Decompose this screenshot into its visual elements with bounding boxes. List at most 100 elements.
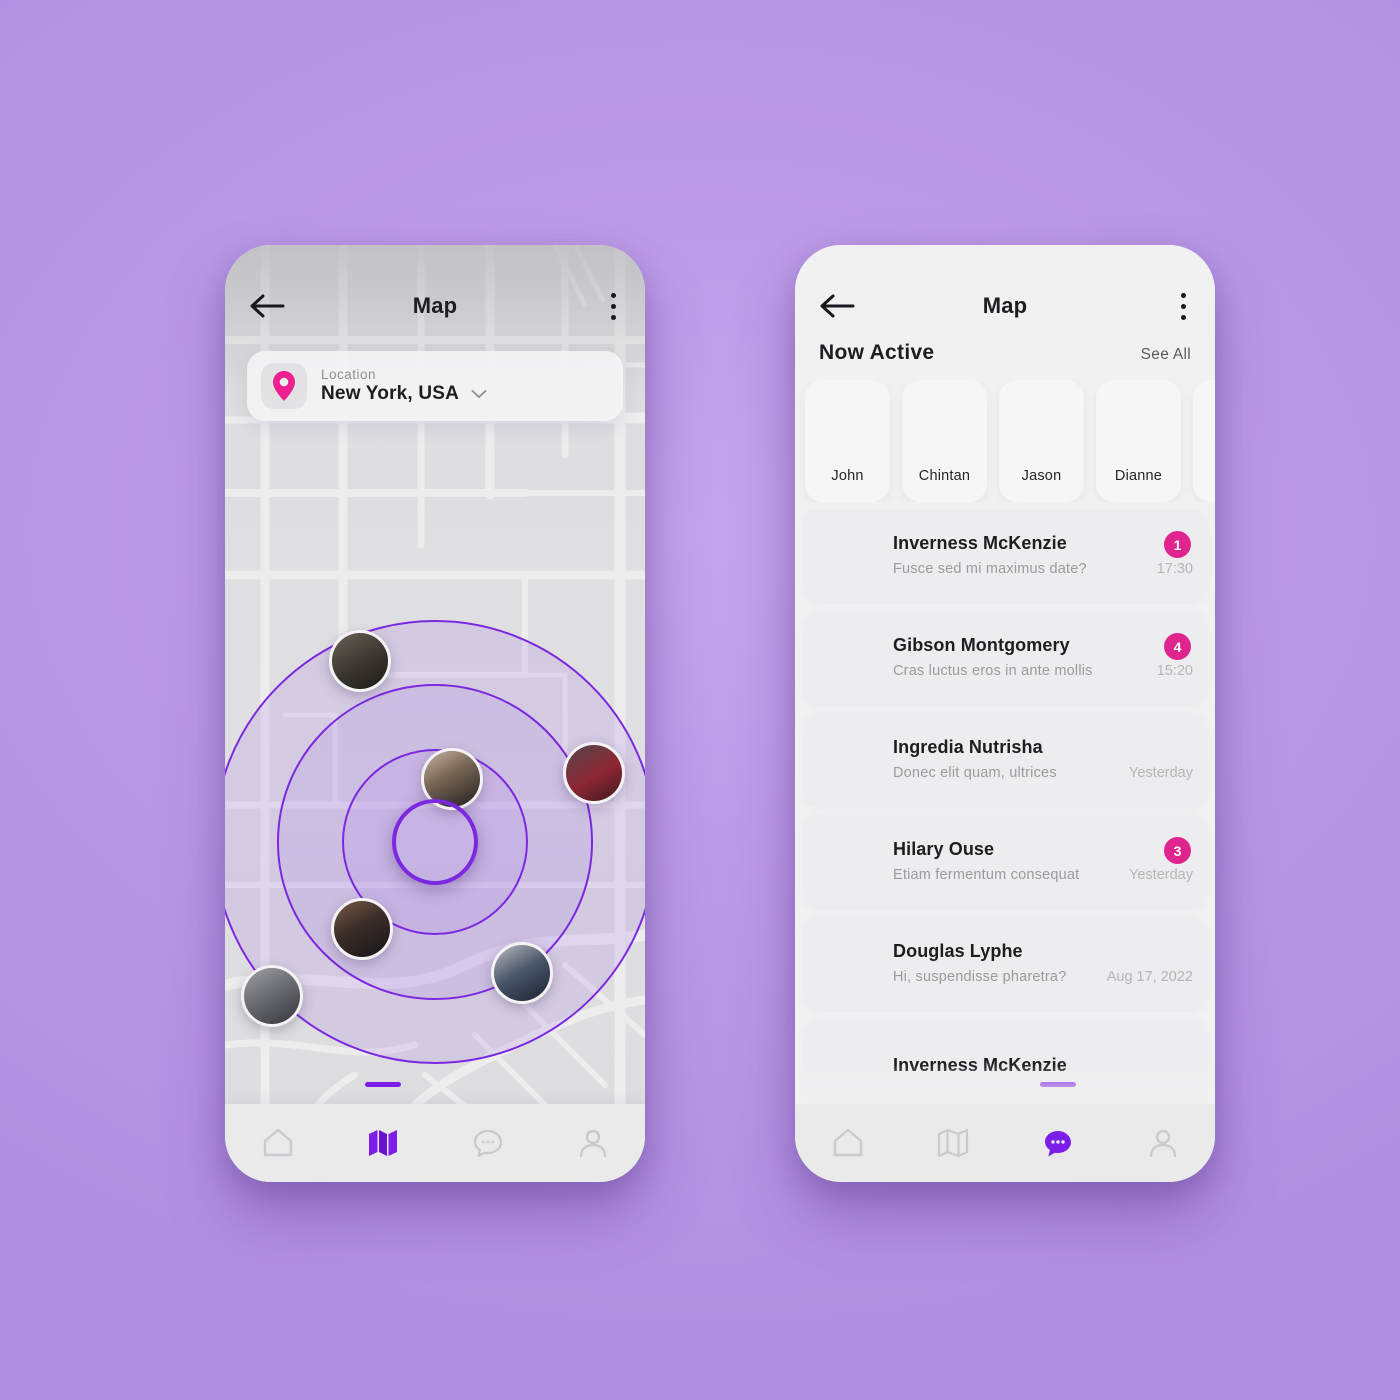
kebab-dot	[1181, 315, 1186, 320]
avatar	[1205, 393, 1216, 455]
avatar	[817, 393, 879, 455]
nav-item-map[interactable]	[922, 1112, 984, 1174]
active-user-card[interactable]: John	[805, 380, 890, 502]
chat-list-item[interactable]: Gibson Montgomery Cras luctus eros in an…	[803, 611, 1207, 703]
phone-mockup-map: Map Location New York, USA	[225, 245, 645, 1182]
active-user-name: Jason	[1021, 468, 1062, 484]
active-user-name: Dianne	[1114, 468, 1163, 484]
right-topbar: Map	[795, 245, 1215, 353]
home-icon	[263, 1128, 292, 1157]
active-users-carousel[interactable]: John Chintan Jason Dianne	[795, 380, 1215, 502]
chat-list-item[interactable]: Inverness McKenzie Fusce sed mi maximus …	[803, 509, 1207, 601]
nearby-user-avatar[interactable]	[491, 942, 553, 1004]
home-icon	[833, 1128, 862, 1157]
see-all-link[interactable]: See All	[1141, 346, 1191, 364]
nearby-user-avatar[interactable]	[241, 965, 303, 1027]
active-user-card[interactable]: Chintan	[902, 380, 987, 502]
chat-list-item[interactable]: Hilary Ouse Etiam fermentum consequat Ye…	[803, 815, 1207, 907]
chat-text-block: Inverness McKenzie Fusce sed mi maximus …	[893, 533, 1193, 577]
avatar-photo	[494, 945, 550, 1001]
location-icon-box	[261, 363, 307, 409]
kebab-dot	[1181, 304, 1186, 309]
nav-active-indicator	[364, 1082, 401, 1087]
chat-contact-name: Inverness McKenzie	[893, 533, 1067, 553]
chat-contact-name: Inverness McKenzie	[893, 1054, 1067, 1075]
chat-contact-name: Gibson Montgomery	[893, 635, 1070, 655]
nav-item-chat[interactable]	[457, 1112, 519, 1174]
location-value-row: New York, USA	[321, 383, 487, 405]
page-title: Map	[982, 293, 1028, 318]
chevron-down-icon[interactable]	[471, 389, 487, 399]
chat-subline: Donec elit quam, ultrices Yesterday	[893, 765, 1193, 781]
nearby-user-avatar[interactable]	[563, 742, 625, 804]
nav-item-home[interactable]	[247, 1112, 309, 1174]
chat-preview-message: Fusce sed mi maximus date?	[893, 561, 1087, 577]
map-pin-icon	[273, 371, 295, 401]
nav-item-profile[interactable]	[1132, 1112, 1194, 1174]
active-user-card[interactable]: Dianne	[1096, 380, 1181, 502]
nav-item-chat[interactable]	[1027, 1082, 1089, 1174]
bottom-navigation	[795, 1082, 1215, 1182]
unread-badge: 4	[1164, 633, 1191, 660]
unread-badge: 1	[1164, 531, 1191, 558]
active-user-card[interactable]: Jason	[999, 380, 1084, 502]
chat-subline: Etiam fermentum consequat Yesterday	[893, 867, 1193, 883]
chat-timestamp: 17:30	[1156, 561, 1193, 577]
chat-subline: Cras luctus eros in ante mollis 15:20	[893, 663, 1193, 679]
now-active-header: Now Active See All	[795, 341, 1215, 365]
overflow-menu-button[interactable]	[1181, 293, 1187, 320]
chat-list-item[interactable]: Ingredia Nutrisha Donec elit quam, ultri…	[803, 713, 1207, 805]
nearby-user-avatar[interactable]	[329, 630, 391, 692]
chat-subline: Hi, suspendisse pharetra? Aug 17, 2022	[893, 969, 1193, 985]
bottom-navigation	[225, 1082, 645, 1182]
overflow-menu-button[interactable]	[611, 293, 617, 320]
page-title: Map	[412, 293, 458, 318]
map-icon	[937, 1128, 968, 1158]
nav-item-home[interactable]	[817, 1112, 879, 1174]
chat-timestamp: Yesterday	[1129, 765, 1193, 781]
chat-text-block: Ingredia Nutrisha Donec elit quam, ultri…	[893, 737, 1193, 781]
chat-list-item[interactable]: Inverness McKenzie	[803, 1019, 1207, 1104]
chat-list[interactable]: Inverness McKenzie Fusce sed mi maximus …	[795, 509, 1215, 1104]
unread-badge: 3	[1164, 837, 1191, 864]
chat-list-item[interactable]: Douglas Lyphe Hi, suspendisse pharetra? …	[803, 917, 1207, 1009]
chat-text-block: Inverness McKenzie	[893, 1055, 1193, 1076]
chat-text-block: Gibson Montgomery Cras luctus eros in an…	[893, 635, 1193, 679]
kebab-dot	[1181, 293, 1186, 298]
chat-contact-name: Hilary Ouse	[893, 839, 995, 859]
avatar	[817, 627, 877, 687]
active-user-name: Chintan	[918, 468, 971, 484]
kebab-dot	[611, 293, 616, 298]
left-topbar: Map	[225, 245, 645, 363]
section-title: Now Active	[819, 341, 935, 364]
chat-preview-message: Cras luctus eros in ante mollis	[893, 663, 1093, 679]
active-user-card-partial[interactable]	[1193, 380, 1215, 502]
avatar-photo	[332, 633, 388, 689]
avatar	[1011, 393, 1073, 455]
chat-bubble-icon	[473, 1129, 502, 1158]
location-value: New York, USA	[321, 383, 460, 404]
chat-preview-message: Etiam fermentum consequat	[893, 867, 1080, 883]
avatar	[914, 393, 976, 455]
location-texts: Location New York, USA	[321, 367, 487, 405]
phone-mockup-chat: Map Now Active See All John Chintan Jaso…	[795, 245, 1215, 1182]
chat-timestamp: Yesterday	[1129, 867, 1193, 883]
chat-text-block: Douglas Lyphe Hi, suspendisse pharetra? …	[893, 941, 1193, 985]
chat-timestamp: Aug 17, 2022	[1106, 969, 1193, 985]
person-icon	[579, 1129, 606, 1158]
chat-text-block: Hilary Ouse Etiam fermentum consequat Ye…	[893, 839, 1193, 883]
chat-contact-name: Douglas Lyphe	[893, 941, 1023, 961]
avatar	[817, 729, 877, 789]
avatar	[817, 525, 877, 585]
nav-item-profile[interactable]	[562, 1112, 624, 1174]
nearby-user-avatar[interactable]	[331, 898, 393, 960]
nav-item-map[interactable]	[352, 1082, 414, 1174]
chat-timestamp: 15:20	[1156, 663, 1193, 679]
active-user-name: John	[831, 468, 864, 484]
proximity-radar	[225, 620, 645, 1064]
chat-subline: Fusce sed mi maximus date? 17:30	[893, 561, 1193, 577]
current-user-avatar[interactable]	[392, 799, 478, 885]
kebab-dot	[611, 315, 616, 320]
location-selector-card[interactable]: Location New York, USA	[247, 351, 623, 421]
avatar-photo	[334, 901, 390, 957]
